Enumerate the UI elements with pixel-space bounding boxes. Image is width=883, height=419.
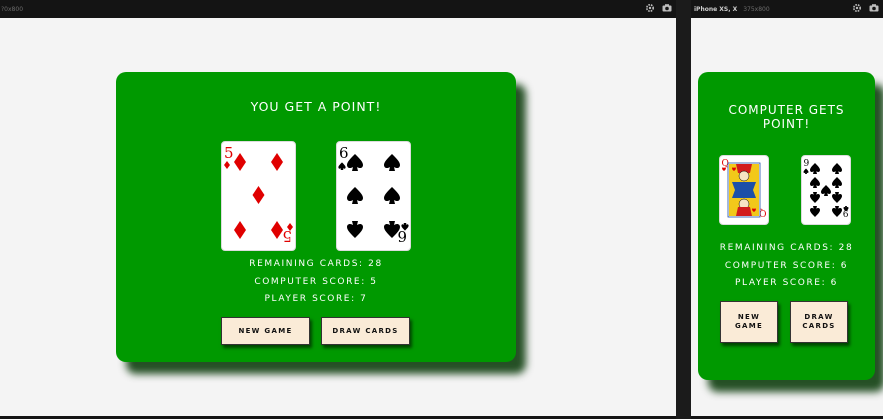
remaining-cards: REMAINING CARDS: 28 <box>249 259 383 269</box>
device-label: iPhone XS, X 375x800 <box>694 6 770 13</box>
desktop-preview-toolbar: ?0x800 <box>0 0 676 18</box>
gear-icon[interactable] <box>852 3 862 13</box>
computer-card: 6 6 <box>336 141 411 251</box>
pane-divider[interactable] <box>676 0 691 419</box>
draw-cards-button[interactable]: DRAW CARDS <box>790 301 848 343</box>
card-rank: 9 <box>804 159 810 169</box>
card-rank: 5 <box>224 144 234 162</box>
player-score: PLAYER SCORE: 6 <box>734 278 839 288</box>
game-board: YOU GET A POINT! 5 5 6 6 REMAINING CARDS… <box>116 72 516 362</box>
new-game-button[interactable]: NEW GAME <box>221 317 310 345</box>
device-label: ?0x800 <box>1 6 24 13</box>
remaining-cards: REMAINING CARDS: 28 <box>719 243 854 253</box>
camera-icon[interactable] <box>662 3 672 13</box>
gear-icon[interactable] <box>645 3 655 13</box>
mobile-preview-toolbar: iPhone XS, X 375x800 <box>691 0 883 18</box>
card-rank: 6 <box>339 144 349 162</box>
new-game-button[interactable]: NEW GAME <box>720 301 778 343</box>
mobile-viewport: COMPUTER GETS POINT! Q Q 9 9 REMAINING C… <box>691 18 883 416</box>
player-card: 5 5 <box>221 141 296 251</box>
computer-score: COMPUTER SCORE: 5 <box>254 277 378 287</box>
camera-icon[interactable] <box>869 3 879 13</box>
player-score: PLAYER SCORE: 7 <box>264 294 368 304</box>
round-result-heading: YOU GET A POINT! <box>250 99 382 114</box>
game-board: COMPUTER GETS POINT! Q Q 9 9 REMAINING C… <box>698 72 875 380</box>
desktop-viewport: YOU GET A POINT! 5 5 6 6 REMAINING CARDS… <box>0 18 676 416</box>
computer-score: COMPUTER SCORE: 6 <box>724 261 849 271</box>
computer-card: 9 9 <box>801 155 851 225</box>
draw-cards-button[interactable]: DRAW CARDS <box>321 317 410 345</box>
player-card: Q Q <box>719 155 769 225</box>
round-result-heading: COMPUTER GETS POINT! <box>728 103 845 131</box>
